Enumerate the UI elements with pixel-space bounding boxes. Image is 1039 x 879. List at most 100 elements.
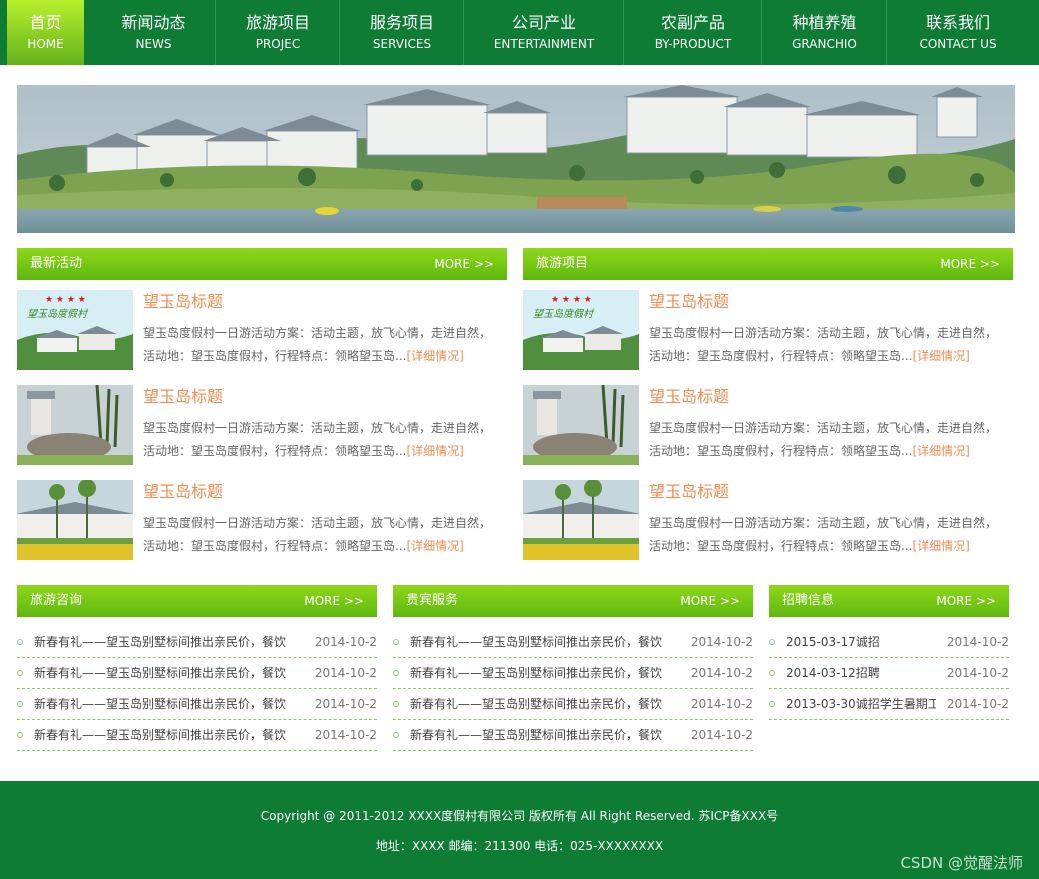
resort-landscape-image xyxy=(17,85,1015,233)
more-link[interactable]: MORE >> xyxy=(940,257,1000,271)
logo-text: 望玉岛度假村 xyxy=(27,308,89,320)
bullet-icon xyxy=(393,670,399,676)
section-header-vip: 贵宾服务 MORE >> xyxy=(393,585,753,617)
list-item[interactable]: 2014-03-12招聘 2014-10-2 xyxy=(769,658,1009,689)
list-item[interactable]: 新春有礼——望玉岛别墅标间推出亲民价，餐饮 2014-10-2 xyxy=(393,720,753,751)
section-title: 最新活动 xyxy=(30,256,83,271)
section-title: 贵宾服务 xyxy=(406,593,459,608)
bullet-icon xyxy=(393,732,399,738)
list-item[interactable]: 新春有礼——望玉岛别墅标间推出亲民价，餐饮 2014-10-2 xyxy=(393,627,753,658)
jobs-list: 2015-03-17诚招 2014-10-2 2014-03-12招聘 2014-1… xyxy=(769,627,1009,720)
bullet-icon xyxy=(17,701,23,707)
section-header-tours: 旅游项目 MORE >> xyxy=(523,248,1013,280)
list-item[interactable]: 2015-03-17诚招 2014-10-2 xyxy=(769,627,1009,658)
detail-link[interactable]: [详细情况] xyxy=(912,444,969,458)
article-summary: 望玉岛度假村一日游活动方案：活动主题，放飞心情，走进自然，活动地：望玉岛度假村，… xyxy=(143,326,492,363)
nav-farming[interactable]: 种植养殖 GRANCHIO xyxy=(763,0,887,65)
svg-text:★ ★ ★ ★: ★ ★ ★ ★ xyxy=(45,295,86,305)
section-title: 旅游咨询 xyxy=(30,593,83,608)
article-item: 望玉岛标题 望玉岛度假村一日游活动方案：活动主题，放飞心情，走进自然，活动地：望… xyxy=(523,385,1003,465)
nav-contact[interactable]: 联系我们 CONTACT US xyxy=(888,0,1028,65)
section-title: 旅游项目 xyxy=(536,256,589,271)
list-item[interactable]: 新春有礼——望玉岛别墅标间推出亲民价，餐饮 2014-10-2 xyxy=(17,689,377,720)
detail-link[interactable]: [详细情况] xyxy=(912,349,969,363)
nav-sublabel: CONTACT US xyxy=(919,37,997,51)
nav-label: 首页 xyxy=(29,13,62,32)
villa-garden-thumbnail[interactable] xyxy=(523,480,639,560)
nav-products[interactable]: 农副产品 BY-PRODUCT xyxy=(625,0,762,65)
nav-sublabel: BY-PRODUCT xyxy=(654,37,732,51)
more-link[interactable]: MORE >> xyxy=(304,594,364,608)
more-link[interactable]: MORE >> xyxy=(936,594,996,608)
address-text: 地址：XXXX 邮编：211300 电话：025-XXXXXXXX xyxy=(375,839,664,853)
article-summary: 望玉岛度假村一日游活动方案：活动主题，放飞心情，走进自然，活动地：望玉岛度假村，… xyxy=(649,421,998,458)
nav-sublabel: ENTERTAINMENT xyxy=(493,37,595,51)
section-header-jobs: 招聘信息 MORE >> xyxy=(769,585,1009,617)
article-item: 望玉岛标题 望玉岛度假村一日游活动方案：活动主题，放飞心情，走进自然，活动地：望… xyxy=(17,480,497,560)
bullet-icon xyxy=(769,670,775,676)
article-item: 望玉岛标题 望玉岛度假村一日游活动方案：活动主题，放飞心情，走进自然，活动地：望… xyxy=(523,480,1003,560)
bullet-icon xyxy=(769,639,775,645)
nav-sublabel: PROJEC xyxy=(255,37,301,51)
nav-sublabel: GRANCHIO xyxy=(792,37,857,51)
watermark-text: CSDN @觉醒法师 xyxy=(900,854,1023,872)
more-link[interactable]: MORE >> xyxy=(680,594,740,608)
site-footer: Copyright @ 2011-2012 XXXX度假村有限公司 版权所有 A… xyxy=(0,781,1039,879)
nav-sublabel: SERVICES xyxy=(372,37,432,51)
svg-text:★ ★ ★ ★: ★ ★ ★ ★ xyxy=(551,295,592,305)
section-title: 招聘信息 xyxy=(782,593,835,608)
nav-label: 新闻动态 xyxy=(121,13,186,32)
bullet-icon xyxy=(393,701,399,707)
consult-news-list: 新春有礼——望玉岛别墅标间推出亲民价，餐饮 2014-10-2 新春有礼——望玉岛… xyxy=(17,627,377,751)
nav-label: 联系我们 xyxy=(925,13,990,32)
nav-label: 种植养殖 xyxy=(792,13,857,32)
nav-home[interactable]: 首页 HOME xyxy=(7,0,84,65)
article-title[interactable]: 望玉岛标题 xyxy=(143,387,223,407)
detail-link[interactable]: [详细情况] xyxy=(912,539,969,553)
nav-label: 旅游项目 xyxy=(245,13,310,32)
nav-projects[interactable]: 旅游项目 PROJEC xyxy=(217,0,340,65)
nav-label: 农副产品 xyxy=(660,13,725,32)
villa-garden-thumbnail[interactable] xyxy=(17,480,133,560)
article-summary: 望玉岛度假村一日游活动方案：活动主题，放飞心情，走进自然，活动地：望玉岛度假村，… xyxy=(143,516,492,553)
nav-label: 公司产业 xyxy=(511,13,576,32)
list-item[interactable]: 新春有礼——望玉岛别墅标间推出亲民价，餐饮 2014-10-2 xyxy=(17,658,377,689)
nav-industry[interactable]: 公司产业 ENTERTAINMENT xyxy=(465,0,624,65)
nav-services[interactable]: 服务项目 SERVICES xyxy=(341,0,464,65)
copyright-text: Copyright @ 2011-2012 XXXX度假村有限公司 版权所有 A… xyxy=(260,809,779,823)
detail-link[interactable]: [详细情况] xyxy=(406,349,463,363)
tower-stone-thumbnail[interactable] xyxy=(523,385,639,465)
article-title[interactable]: 望玉岛标题 xyxy=(649,292,729,312)
section-header-consult: 旅游咨询 MORE >> xyxy=(17,585,377,617)
article-title[interactable]: 望玉岛标题 xyxy=(649,387,729,407)
article-item: 望玉岛标题 望玉岛度假村一日游活动方案：活动主题，放飞心情，走进自然，活动地：望… xyxy=(17,385,497,465)
list-item[interactable]: 新春有礼——望玉岛别墅标间推出亲民价，餐饮 2014-10-2 xyxy=(17,627,377,658)
section-header-latest: 最新活动 MORE >> xyxy=(17,248,507,280)
resort-logo-thumbnail[interactable]: ★ ★ ★ ★ 望玉岛度假村 xyxy=(523,290,639,370)
article-title[interactable]: 望玉岛标题 xyxy=(143,482,223,502)
article-summary: 望玉岛度假村一日游活动方案：活动主题，放飞心情，走进自然，活动地：望玉岛度假村，… xyxy=(143,421,492,458)
article-title[interactable]: 望玉岛标题 xyxy=(143,292,223,312)
detail-link[interactable]: [详细情况] xyxy=(406,444,463,458)
article-item: ★ ★ ★ ★ 望玉岛度假村 望玉岛标题 望玉岛度假村一日游活动方案：活动主题，… xyxy=(17,290,497,370)
bullet-icon xyxy=(769,701,775,707)
bullet-icon xyxy=(393,639,399,645)
detail-link[interactable]: [详细情况] xyxy=(406,539,463,553)
top-nav: 首页 HOME 新闻动态 NEWS 旅游项目 PROJEC 服务项目 SERVI… xyxy=(0,0,1039,65)
list-item[interactable]: 新春有礼——望玉岛别墅标间推出亲民价，餐饮 2014-10-2 xyxy=(17,720,377,751)
bullet-icon xyxy=(17,639,23,645)
nav-label: 服务项目 xyxy=(369,13,434,32)
tower-stone-thumbnail[interactable] xyxy=(17,385,133,465)
nav-sublabel: NEWS xyxy=(135,37,172,51)
bullet-icon xyxy=(17,732,23,738)
list-item[interactable]: 2013-03-30诚招学生暑期工 2014-10-2 xyxy=(769,689,1009,720)
more-link[interactable]: MORE >> xyxy=(434,257,494,271)
resort-logo-thumbnail[interactable]: ★ ★ ★ ★ 望玉岛度假村 xyxy=(17,290,133,370)
article-summary: 望玉岛度假村一日游活动方案：活动主题，放飞心情，走进自然，活动地：望玉岛度假村，… xyxy=(649,516,998,553)
article-title[interactable]: 望玉岛标题 xyxy=(649,482,729,502)
nav-news[interactable]: 新闻动态 NEWS xyxy=(92,0,216,65)
nav-sublabel: HOME xyxy=(27,37,64,51)
article-item: ★ ★ ★ ★ 望玉岛度假村 望玉岛标题 望玉岛度假村一日游活动方案：活动主题，… xyxy=(523,290,1003,370)
list-item[interactable]: 新春有礼——望玉岛别墅标间推出亲民价，餐饮 2014-10-2 xyxy=(393,658,753,689)
list-item[interactable]: 新春有礼——望玉岛别墅标间推出亲民价，餐饮 2014-10-2 xyxy=(393,689,753,720)
